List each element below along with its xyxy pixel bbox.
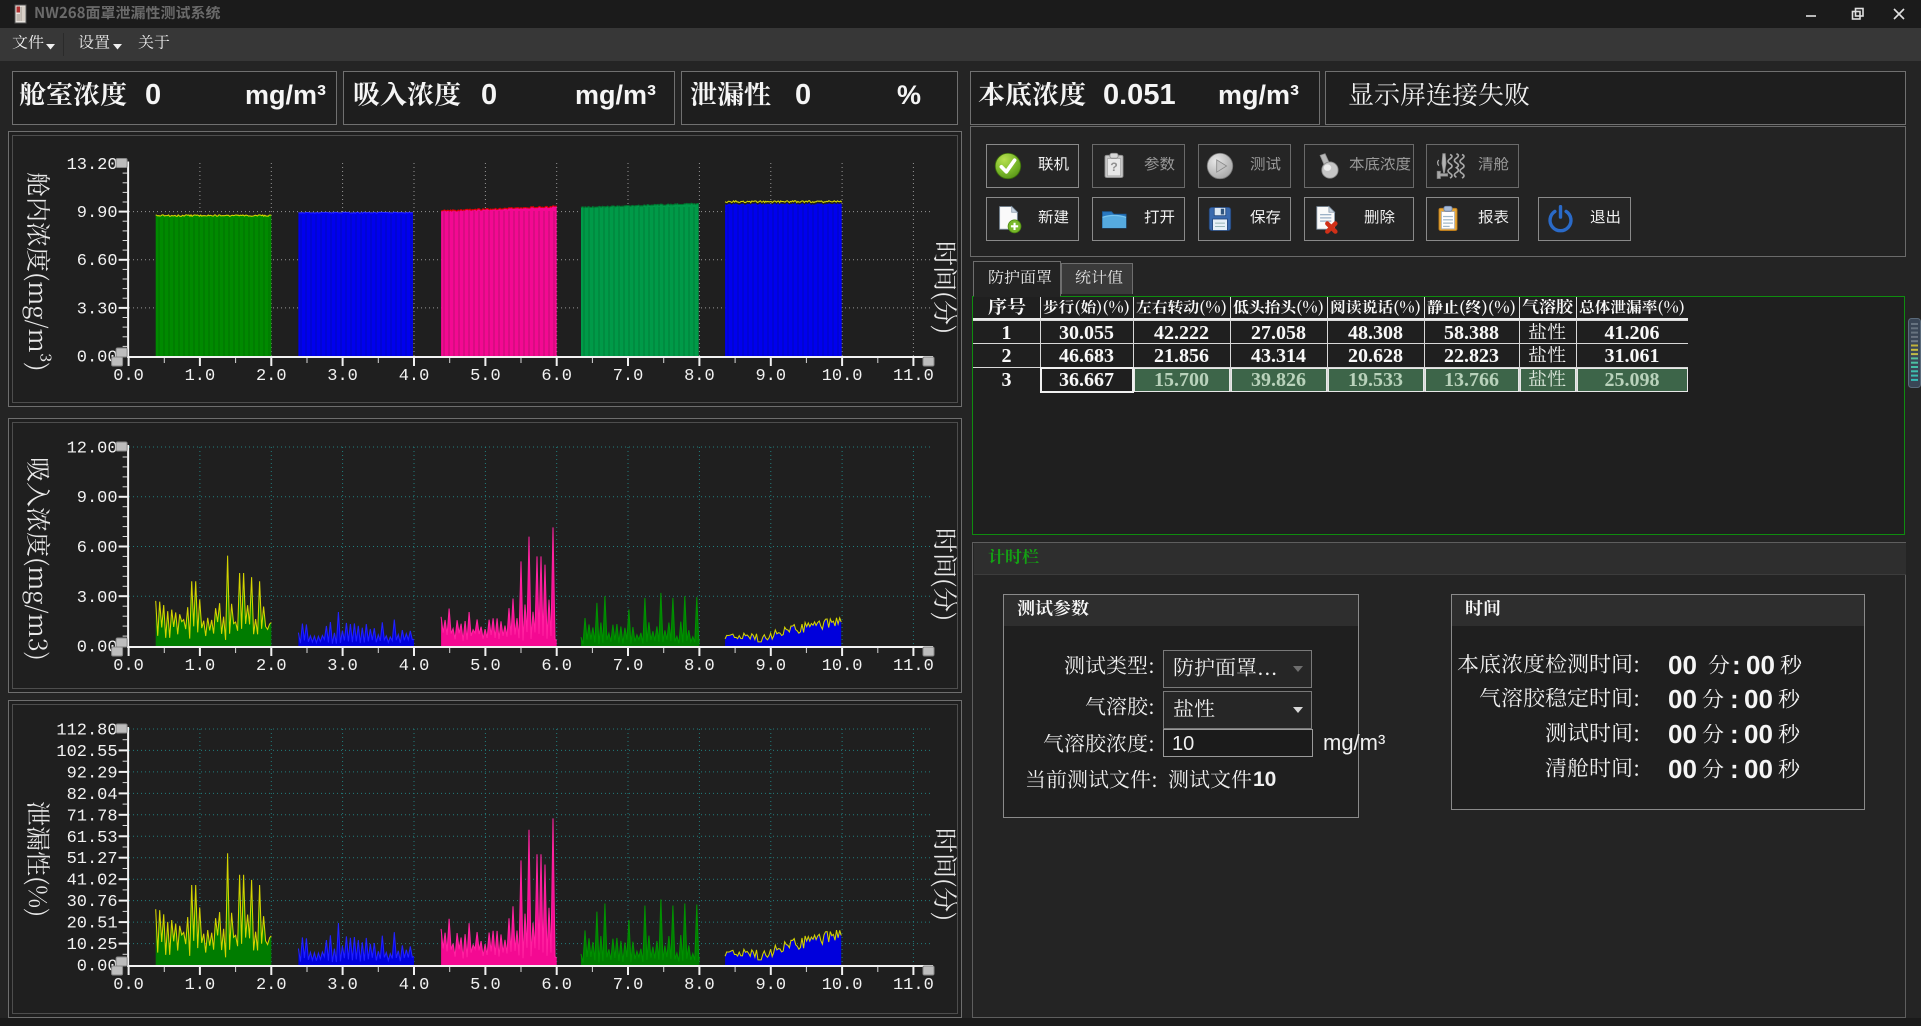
svg-text:1.0: 1.0 bbox=[185, 367, 216, 386]
svg-text:9.0: 9.0 bbox=[755, 367, 786, 386]
svg-text:5.0: 5.0 bbox=[470, 657, 501, 676]
svg-text:82.04: 82.04 bbox=[67, 786, 118, 805]
svg-text:6.0: 6.0 bbox=[541, 976, 572, 995]
svg-text:20.51: 20.51 bbox=[67, 915, 118, 934]
svg-text:3.0: 3.0 bbox=[327, 657, 358, 676]
svg-text:6.00: 6.00 bbox=[77, 539, 118, 558]
svg-text:102.55: 102.55 bbox=[56, 743, 117, 762]
svg-text:10.0: 10.0 bbox=[822, 657, 863, 676]
svg-text:3.00: 3.00 bbox=[77, 589, 118, 608]
svg-text:4.0: 4.0 bbox=[399, 657, 430, 676]
svg-text:1.0: 1.0 bbox=[185, 976, 216, 995]
svg-text:30.76: 30.76 bbox=[67, 893, 118, 912]
svg-text:0.0: 0.0 bbox=[113, 976, 144, 995]
svg-text:5.0: 5.0 bbox=[470, 976, 501, 995]
svg-text:5.0: 5.0 bbox=[470, 367, 501, 386]
svg-text:11.0: 11.0 bbox=[893, 657, 934, 676]
svg-text:9.0: 9.0 bbox=[755, 976, 786, 995]
svg-text:8.0: 8.0 bbox=[684, 976, 715, 995]
svg-text:7.0: 7.0 bbox=[613, 367, 644, 386]
svg-text:71.78: 71.78 bbox=[67, 807, 118, 826]
svg-text:6.60: 6.60 bbox=[77, 252, 118, 271]
svg-text:9.00: 9.00 bbox=[77, 489, 118, 508]
svg-text:3.0: 3.0 bbox=[327, 367, 358, 386]
svg-text:10.0: 10.0 bbox=[822, 367, 863, 386]
svg-text:51.27: 51.27 bbox=[67, 850, 118, 869]
svg-text:0.0: 0.0 bbox=[113, 657, 144, 676]
svg-text:41.02: 41.02 bbox=[67, 872, 118, 891]
svg-text:10.25: 10.25 bbox=[67, 936, 118, 955]
svg-text:0.0: 0.0 bbox=[113, 367, 144, 386]
svg-text:3.0: 3.0 bbox=[327, 976, 358, 995]
svg-text:10.0: 10.0 bbox=[822, 976, 863, 995]
svg-text:13.20: 13.20 bbox=[67, 156, 118, 175]
svg-text:7.0: 7.0 bbox=[613, 976, 644, 995]
svg-text:12.00: 12.00 bbox=[67, 440, 118, 459]
svg-text:4.0: 4.0 bbox=[399, 976, 430, 995]
svg-text:8.0: 8.0 bbox=[684, 657, 715, 676]
svg-text:8.0: 8.0 bbox=[684, 367, 715, 386]
svg-text:?: ? bbox=[1110, 160, 1118, 174]
svg-text:11.0: 11.0 bbox=[893, 976, 934, 995]
svg-text:1.0: 1.0 bbox=[185, 657, 216, 676]
svg-text:7.0: 7.0 bbox=[613, 657, 644, 676]
svg-text:11.0: 11.0 bbox=[893, 367, 934, 386]
svg-text:2.0: 2.0 bbox=[256, 657, 287, 676]
svg-text:112.80: 112.80 bbox=[56, 722, 117, 741]
svg-text:6.0: 6.0 bbox=[541, 367, 572, 386]
svg-text:9.90: 9.90 bbox=[77, 204, 118, 223]
svg-text:3.30: 3.30 bbox=[77, 300, 118, 319]
svg-text:4.0: 4.0 bbox=[399, 367, 430, 386]
svg-text:2.0: 2.0 bbox=[256, 367, 287, 386]
svg-text:92.29: 92.29 bbox=[67, 764, 118, 783]
svg-text:61.53: 61.53 bbox=[67, 829, 118, 848]
svg-text:9.0: 9.0 bbox=[755, 657, 786, 676]
svg-text:2.0: 2.0 bbox=[256, 976, 287, 995]
svg-text:6.0: 6.0 bbox=[541, 657, 572, 676]
